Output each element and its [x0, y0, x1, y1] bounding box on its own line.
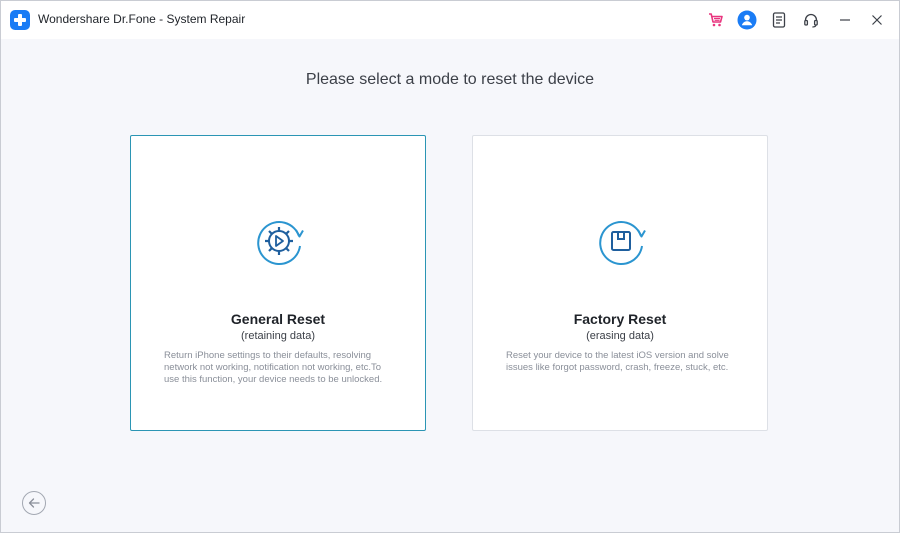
close-icon[interactable]: [867, 10, 887, 30]
minimize-icon[interactable]: [835, 10, 855, 30]
window-title: Wondershare Dr.Fone - System Repair: [38, 12, 246, 26]
description-line: Reset your device to the latest iOS vers…: [506, 350, 729, 361]
general-reset-description: Return iPhone settings to their defaults…: [164, 350, 382, 386]
general-reset-title: General Reset: [230, 311, 326, 327]
description-line: network not working, notification not wo…: [164, 362, 382, 373]
user-avatar-icon[interactable]: [737, 10, 757, 30]
app-window: Wondershare Dr.Fone - System Repair Plea…: [0, 0, 900, 533]
title-bar: Wondershare Dr.Fone - System Repair: [1, 1, 899, 39]
dr-fone-logo-icon: [10, 10, 30, 30]
general-reset-subtitle: (retaining data): [241, 330, 315, 342]
description-line: issues like forgot password, crash, free…: [506, 362, 729, 373]
factory-reset-description: Reset your device to the latest iOS vers…: [506, 350, 729, 374]
headset-icon[interactable]: [801, 10, 821, 30]
factory-reset-subtitle: (erasing data): [586, 330, 654, 342]
general-reset-card[interactable]: General Reset (retaining data) Return iP…: [130, 135, 426, 431]
box-refresh-icon: [597, 216, 647, 266]
factory-reset-card[interactable]: Factory Reset (erasing data) Reset your …: [472, 135, 768, 431]
description-line: Return iPhone settings to their defaults…: [164, 350, 372, 361]
notes-icon[interactable]: [769, 10, 789, 30]
page-heading: Please select a mode to reset the device: [305, 71, 595, 88]
gear-refresh-icon: [255, 216, 305, 266]
cart-icon[interactable]: [706, 10, 726, 30]
back-button[interactable]: [22, 491, 46, 515]
description-line: use this function, your device needs to …: [164, 374, 383, 385]
factory-reset-title: Factory Reset: [573, 311, 667, 327]
back-arrow-icon: [28, 498, 40, 508]
